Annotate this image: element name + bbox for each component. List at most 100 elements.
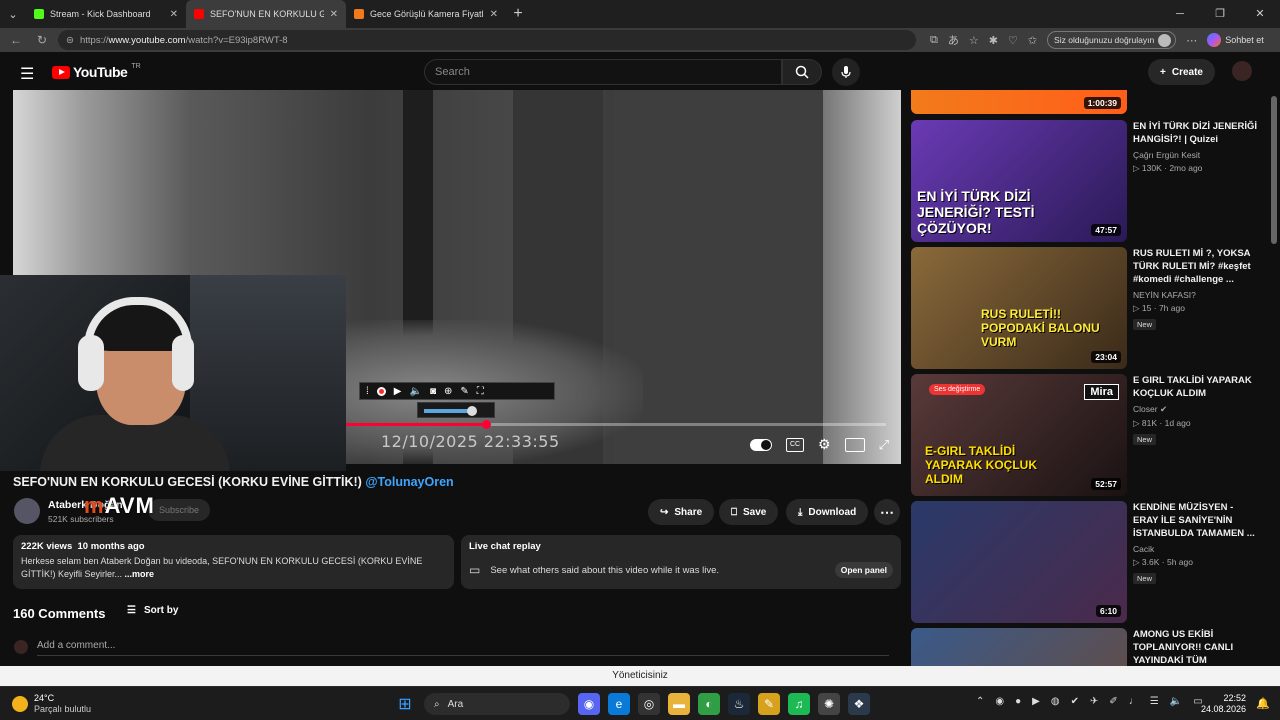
more-options-icon[interactable]: ⋯	[1186, 34, 1197, 47]
recommendation-title[interactable]: AMONG US EKİBİ TOPLANIYOR!! CANLI YAYIND…	[1133, 628, 1261, 666]
close-tab-icon[interactable]: ✕	[490, 9, 498, 20]
recommendation-title[interactable]: EN İYİ TÜRK DİZİ JENERİĞİ HANGİSİ?! | Qu…	[1133, 120, 1261, 146]
capture-area-icon[interactable]: ⛶	[477, 386, 484, 397]
verify-identity-button[interactable]: Siz olduğunuzu doğrulayın	[1047, 31, 1177, 49]
play-icon[interactable]: ▶	[394, 386, 402, 397]
microphone-tray-icon[interactable]: ♩	[1129, 696, 1139, 707]
volume-knob[interactable]	[466, 406, 477, 416]
progress-bar[interactable]	[346, 420, 886, 429]
description-box[interactable]: 222K views 10 months ago Herkese selam b…	[13, 535, 454, 589]
recommendation-thumbnail[interactable]: 6:10	[911, 501, 1127, 623]
recommendation-item[interactable]: AMONG US EKİBİ TOPLANIYOR!! CANLI YAYIND…	[911, 628, 1261, 666]
volume-icon[interactable]: 🔈	[409, 386, 421, 397]
taskbar-search[interactable]: ⌕ Ara	[424, 693, 570, 715]
add-comment-input[interactable]: Add a comment...	[37, 640, 889, 656]
search-input[interactable]: Search	[424, 59, 782, 85]
tray-app-icon[interactable]: ◉	[995, 696, 1004, 707]
maximize-icon[interactable]: ❐	[1200, 0, 1240, 28]
autoplay-toggle[interactable]	[750, 438, 773, 451]
mention-link[interactable]: @TolunayOren	[365, 475, 453, 489]
new-tab-button[interactable]: +	[506, 5, 530, 23]
theater-mode-icon[interactable]	[844, 437, 865, 452]
file-explorer-icon[interactable]: ▬	[668, 693, 690, 715]
more-actions-button[interactable]: ⋯	[874, 499, 900, 525]
volume-tray-icon[interactable]: 🔈	[1170, 696, 1182, 707]
app-icon[interactable]: ✺	[818, 693, 840, 715]
recommendation-channel[interactable]: Çağrı Ergün Kesit	[1133, 150, 1261, 160]
tab-hepsiburada[interactable]: Gece Görüşlü Kamera Fiyatları, Mo ✕	[346, 0, 506, 28]
subscribe-button[interactable]: Subscribe	[148, 499, 210, 521]
tray-app-icon[interactable]: ◍	[1051, 696, 1060, 707]
copilot-chat-button[interactable]: Sohbet et	[1207, 33, 1264, 47]
menu-hamburger-icon[interactable]: ☰	[20, 64, 34, 84]
site-info-icon[interactable]: ⊜	[66, 35, 74, 46]
tray-chevron-icon[interactable]: ⌃	[976, 696, 984, 707]
close-tab-icon[interactable]: ✕	[330, 9, 338, 20]
camera-icon[interactable]: ◙	[430, 386, 436, 397]
chrome-icon[interactable]: ◐	[698, 693, 720, 715]
windows-start-icon[interactable]: ⊞	[394, 693, 416, 715]
recommendation-thumbnail[interactable]: EN İYİ TÜRK DİZİ JENERİĞİ? TESTİ ÇÖZÜYOR…	[911, 120, 1127, 242]
weather-widget[interactable]: 24°C Parçalı bulutlu	[12, 693, 91, 714]
tab-kick-dashboard[interactable]: Stream - Kick Dashboard ✕	[26, 0, 186, 28]
close-tab-icon[interactable]: ✕	[170, 9, 178, 20]
reload-icon[interactable]: ↻	[32, 33, 52, 47]
system-clock[interactable]: 22:52 24.08.2026	[1200, 693, 1246, 715]
back-arrow-icon[interactable]: ←	[6, 33, 26, 47]
volume-slider[interactable]	[417, 402, 495, 418]
minimize-icon[interactable]: ─	[1160, 0, 1200, 28]
favorites-icon[interactable]: ✩	[1028, 34, 1037, 47]
notification-bell-icon[interactable]: 🔔	[1256, 697, 1270, 710]
browser-essentials-icon[interactable]: ♡	[1008, 34, 1018, 47]
drag-handle-icon[interactable]: ⁞	[366, 386, 369, 397]
recommendation-item[interactable]: Ses değiştirme Mira E-GIRL TAKLİDİ YAPAR…	[911, 374, 1261, 496]
captions-icon[interactable]: CC	[786, 437, 805, 452]
steam-icon[interactable]: ♨	[728, 693, 750, 715]
share-button[interactable]: ↪ Share	[648, 499, 715, 525]
open-panel-button[interactable]: Open panel	[834, 562, 893, 578]
create-button[interactable]: + Create	[1148, 59, 1215, 85]
recommendation-channel[interactable]: Cacik	[1133, 544, 1261, 554]
settings-gear-icon[interactable]: ⚙	[818, 436, 831, 453]
youtube-logo[interactable]: YouTube TR	[52, 63, 141, 80]
download-button[interactable]: ⤓ Download	[786, 499, 869, 525]
bookmark-star-icon[interactable]: ☆	[969, 34, 979, 47]
recommendation-thumbnail-partial[interactable]: 1:00:39	[911, 90, 1127, 114]
edge-icon[interactable]: e	[608, 693, 630, 715]
tray-play-icon[interactable]: ▶	[1032, 696, 1040, 707]
tray-app-icon[interactable]: ✈	[1090, 696, 1098, 707]
recommendation-item[interactable]: EN İYİ TÜRK DİZİ JENERİĞİ? TESTİ ÇÖZÜYOR…	[911, 120, 1261, 242]
recommendation-thumbnail[interactable]: Ses değiştirme Mira E-GIRL TAKLİDİ YAPAR…	[911, 374, 1127, 496]
fullscreen-icon[interactable]: ⤢	[879, 437, 889, 453]
obs-icon[interactable]: ◎	[638, 693, 660, 715]
address-bar[interactable]: ⊜ https://www.youtube.com/watch?v=E93ip8…	[58, 30, 916, 50]
show-more-link[interactable]: ...more	[125, 569, 155, 579]
wifi-icon[interactable]: ☰	[1150, 696, 1159, 707]
recommendation-channel[interactable]: NEYİN KAFASI?	[1133, 290, 1261, 300]
close-window-icon[interactable]: ✕	[1240, 0, 1280, 28]
scrollbar-thumb[interactable]	[1271, 96, 1277, 244]
install-app-icon[interactable]: ⧉	[930, 34, 938, 47]
user-avatar[interactable]	[1232, 61, 1252, 81]
settings-app-icon[interactable]: ❖	[848, 693, 870, 715]
spotify-icon[interactable]: ♫	[788, 693, 810, 715]
tray-app-icon[interactable]: ●	[1015, 696, 1021, 707]
recommendation-thumbnail[interactable]: RUS RULETİ!! POPODAKİ BALONU VURM 23:04	[911, 247, 1127, 369]
recommendation-title[interactable]: E GIRL TAKLİDİ YAPARAK KOÇLUK ALDIM	[1133, 374, 1261, 400]
discord-icon[interactable]: ◉	[578, 693, 600, 715]
zoom-icon[interactable]: ⊕	[444, 386, 452, 397]
tab-youtube-video[interactable]: SEFO'NUN EN KORKULU GECESİ (K ✕	[186, 0, 346, 28]
annotate-icon[interactable]: ✎	[460, 386, 468, 397]
tray-app-icon[interactable]: ✔	[1071, 696, 1079, 707]
voice-search-button[interactable]	[832, 58, 860, 86]
search-button[interactable]	[782, 59, 822, 85]
sort-by-button[interactable]: ☰ Sort by	[127, 605, 178, 616]
recommendation-channel[interactable]: Closer ✔	[1133, 404, 1261, 415]
channel-avatar[interactable]	[14, 498, 40, 524]
translate-icon[interactable]: あ	[948, 32, 959, 48]
page-scrollbar[interactable]	[1268, 90, 1280, 666]
recommendation-item[interactable]: 6:10 KENDİNE MÜZİSYEN - ERAY İLE SANİYE'…	[911, 501, 1261, 623]
extensions-icon[interactable]: ✱	[989, 34, 998, 47]
recommendation-item[interactable]: RUS RULETİ!! POPODAKİ BALONU VURM 23:04 …	[911, 247, 1261, 369]
tray-pen-icon[interactable]: ✐	[1109, 696, 1117, 707]
